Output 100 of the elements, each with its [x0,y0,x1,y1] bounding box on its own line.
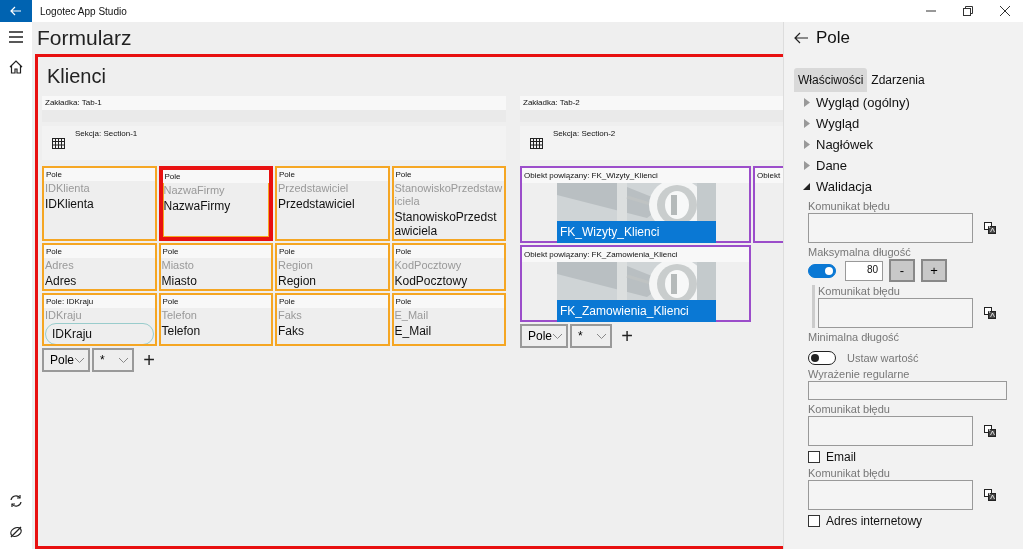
checkbox[interactable] [808,515,820,527]
object-name: FK_Wizyty_Klienci [557,221,716,243]
field-caption: Region [277,258,314,273]
toggle-switch[interactable] [808,351,836,365]
translate-icon[interactable] [984,424,996,437]
field-value: Telefon [160,323,202,339]
field-header: Pole [277,295,388,308]
field-control[interactable]: Pole IDKlienta IDKlienta [42,166,157,241]
related-object[interactable]: Obiekt powiązany: FK_Zamowienia_Klienci FK_Zamowienia_Klienci [520,245,751,322]
expand-triangle-icon[interactable] [803,140,811,149]
add-button[interactable]: + [136,350,162,370]
checkbox-label: Email [826,450,856,464]
object-header: Obiekt powiązany: FK_Zamowienia_Klienci [522,247,749,262]
expand-triangle-icon[interactable] [803,161,811,170]
grid-icon [530,138,543,149]
field-label: Komunikat błędu [808,403,891,415]
field-value: Miasto [160,273,198,289]
translate-icon[interactable] [984,488,996,501]
related-object[interactable]: Obiekt [753,166,783,243]
field-header: Pole [44,168,155,181]
text-area[interactable] [818,298,973,328]
checkbox[interactable] [808,451,820,463]
increment-button[interactable]: + [921,259,947,282]
field-control[interactable]: Pole NazwaFirmy NazwaFirmy [158,166,273,241]
field-control[interactable]: Pole StanowiskoPrzedstawiciela StanowiskoPrzedstawiciela [391,166,506,241]
group-label[interactable]: Nagłówek [816,137,874,152]
field-control[interactable]: Pole Miasto Miasto [158,243,273,291]
panel-tab[interactable]: Właściwości [794,68,868,92]
home-icon[interactable] [9,60,23,74]
object-header: Obiekt powiązany: FK_Wizyty_Klienci [522,168,749,183]
field-value: NazwaFirmy [162,198,232,214]
field-control[interactable]: Pole Telefon Telefon [158,293,273,346]
text-area[interactable] [808,480,973,510]
translate-icon[interactable] [984,221,996,234]
toggle-switch[interactable] [808,263,836,278]
field-control[interactable]: Pole Region Region [275,243,390,291]
field-control[interactable]: Pole KodPocztowy KodPocztowy [391,243,506,291]
filter-dropdown[interactable]: * [570,324,612,348]
field-label: Komunikat błędu [808,200,891,212]
field-caption: StanowiskoPrzedstawiciela [393,181,504,209]
field-caption: Faks [277,308,303,323]
field-label: Komunikat błędu [808,467,891,479]
field-value: E_Mail [393,323,433,339]
slashed-circle-icon[interactable] [9,525,23,539]
field-value: Przedstawiciel [277,196,356,212]
field-caption: Przedstawiciel [277,181,350,196]
group-label[interactable]: Dane [816,158,848,173]
field-header: Pole [160,245,271,258]
section-header[interactable]: Sekcja: Section-1 [42,126,506,160]
field-header: Pole [393,245,504,258]
close-icon[interactable] [1000,6,1010,16]
field-caption: IDKraju [44,308,83,323]
group-label[interactable]: Wygląd [816,116,860,131]
translate-icon[interactable] [984,306,996,319]
sync-icon[interactable] [9,494,23,508]
field-control[interactable]: Pole Faks Faks [275,293,390,346]
decrement-button[interactable]: - [889,259,915,282]
field-control[interactable]: Pole Adres Adres [42,243,157,291]
text-area[interactable] [808,213,973,243]
group-label[interactable]: Walidacja [816,179,872,194]
field-control[interactable]: Pole: IDKraju IDKraju IDKraju [42,293,157,346]
related-object[interactable]: Obiekt powiązany: FK_Wizyty_Klienci FK_Wizyty_Klienci [520,166,751,243]
type-dropdown[interactable]: Pole [42,348,90,372]
field-caption: Telefon [160,308,198,323]
group-label[interactable]: Wygląd (ogólny) [816,95,910,110]
tab-header[interactable]: Zakładka: Tab-2 [520,96,783,122]
expand-triangle-icon[interactable] [803,119,811,128]
menu-icon[interactable] [9,31,23,43]
checkbox-label: Adres internetowy [826,514,923,528]
filter-dropdown[interactable]: * [92,348,134,372]
field-header: Pole: IDKraju [44,295,155,308]
type-dropdown[interactable]: Pole [520,324,568,348]
field-header: Pole [277,245,388,258]
object-header: Obiekt [755,168,783,183]
panel-tab[interactable]: Zdarzenia [867,68,929,92]
field-caption: Adres [44,258,75,273]
grid-icon [52,138,65,149]
chevron-icon [75,357,84,363]
collapse-triangle-icon[interactable] [803,182,811,191]
field-label: Komunikat błędu [818,285,901,297]
back-button[interactable] [0,0,32,22]
field-value: StanowiskoPrzedstawiciela [393,209,498,239]
back-arrow-icon[interactable] [794,32,808,44]
restore-icon[interactable] [963,6,973,16]
field-control[interactable]: Pole E_Mail E_Mail [391,293,506,346]
text-area[interactable] [808,416,973,446]
number-field[interactable]: 80 [845,260,883,281]
field-value: Region [277,273,318,289]
field-label: Wyrażenie regularne [808,368,911,380]
add-button[interactable]: + [614,326,640,346]
back-arrow-icon [10,6,22,16]
section-header[interactable]: Sekcja: Section-2 [520,126,783,160]
chevron-icon [553,333,562,339]
input-field[interactable] [808,381,1007,400]
field-value: KodPocztowy [393,273,469,289]
expand-triangle-icon[interactable] [803,98,811,107]
page-title: Formularz [36,25,133,51]
field-control[interactable]: Pole Przedstawiciel Przedstawiciel [275,166,390,241]
field-header: Pole [277,168,388,181]
tab-header[interactable]: Zakładka: Tab-1 [42,96,506,122]
